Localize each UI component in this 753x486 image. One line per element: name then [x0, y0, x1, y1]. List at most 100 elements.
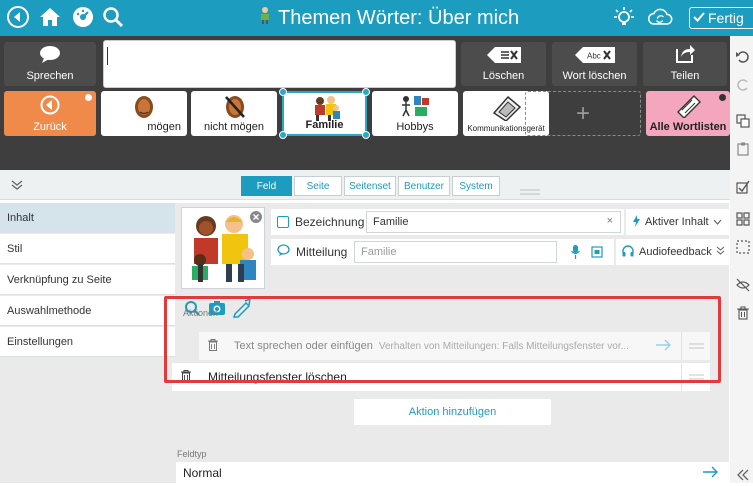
remove-image-icon[interactable] — [250, 210, 262, 228]
sync-icon[interactable] — [647, 4, 673, 30]
left-navigation: Inhalt Stil Verknüpfung zu Seite Auswahl… — [0, 203, 176, 483]
clear-input-icon[interactable]: × — [607, 215, 613, 227]
trash-icon[interactable] — [736, 306, 750, 320]
nav-item-inhalt[interactable]: Inhalt — [0, 203, 175, 233]
selection-handle[interactable] — [362, 131, 370, 139]
audiofeedback-label: Audiofeedback — [639, 246, 712, 258]
share-button[interactable]: Teilen — [643, 42, 727, 86]
hobbies-symbol-icon — [400, 94, 430, 121]
back-cell-label: Zurück — [33, 121, 67, 133]
active-content-dropdown[interactable]: Aktiver Inhalt — [626, 209, 729, 235]
message-window[interactable] — [103, 40, 456, 88]
check-icon — [693, 10, 705, 26]
svg-text:Abc: Abc — [587, 52, 601, 61]
cell-hobbys-label: Hobbys — [396, 121, 434, 133]
back-cell[interactable]: Zurück — [4, 91, 96, 136]
message-input[interactable]: Familie — [354, 241, 557, 263]
collapse-chevron-icon[interactable] — [10, 178, 24, 196]
paste-icon[interactable] — [736, 142, 750, 156]
top-bar: Themen Wörter: Über mich Fertig — [0, 0, 753, 36]
clear-button[interactable]: Löschen — [461, 42, 546, 86]
folder-dot-icon — [719, 94, 726, 101]
field-type-value: Normal — [183, 465, 222, 480]
field-type-section-label: Feldtyp — [177, 449, 207, 459]
add-icon: + — [575, 99, 590, 127]
done-label: Fertig — [708, 10, 744, 26]
cell-hobbys[interactable]: Hobbys — [372, 91, 458, 136]
nav-item-verknuepfung[interactable]: Verknüpfung zu Seite — [0, 265, 175, 295]
label-input-value: Familie — [373, 216, 409, 228]
device-symbol-icon — [490, 93, 522, 123]
double-chevron-left-icon[interactable] — [736, 468, 750, 482]
text-cursor — [107, 47, 108, 65]
share-icon — [675, 43, 695, 66]
editor-tab-strip: Feld Seite Seitenset Benutzer System — [0, 170, 730, 200]
message-field-label: Mitteilung — [296, 245, 348, 259]
grid-icon[interactable] — [736, 212, 750, 226]
double-chevron-down-icon — [716, 246, 725, 258]
tab-benutzer[interactable]: Benutzer — [398, 176, 450, 196]
tab-feld[interactable]: Feld — [241, 176, 292, 196]
speak-label: Sprechen — [26, 70, 74, 82]
nav-item-auswahlmethode[interactable]: Auswahlmethode — [0, 296, 175, 326]
label-input[interactable]: Familie × — [366, 211, 621, 233]
select-all-icon[interactable] — [736, 180, 750, 194]
copy-icon[interactable] — [736, 114, 750, 128]
share-label: Teilen — [670, 70, 700, 82]
home-icon[interactable] — [37, 4, 63, 30]
nav-item-einstellungen[interactable]: Einstellungen — [0, 327, 175, 357]
delete-word-label: Wort löschen — [562, 70, 627, 82]
right-tool-sidebar — [730, 36, 753, 483]
delete-word-button[interactable]: Abc Wort löschen — [552, 42, 637, 86]
symbol-image-box[interactable] — [181, 207, 265, 289]
label-field-label: Bezeichnung — [295, 215, 365, 229]
microphone-icon[interactable] — [571, 245, 580, 264]
all-wordlists-label: Alle Wortlisten — [649, 121, 727, 133]
chevron-down-icon — [713, 216, 722, 228]
undo-icon[interactable] — [736, 50, 750, 64]
drag-handle-icon[interactable] — [520, 182, 540, 200]
back-arrow-icon — [40, 95, 60, 118]
pencil-list-icon — [676, 94, 702, 121]
clear-label: Löschen — [482, 70, 525, 82]
label-checkbox-icon[interactable] — [277, 216, 289, 228]
dislike-symbol-icon — [223, 94, 247, 123]
selection-handle[interactable] — [279, 88, 287, 96]
field-type-selector[interactable]: Normal — [176, 462, 729, 483]
done-button[interactable]: Fertig — [689, 7, 753, 29]
tab-seitenset[interactable]: Seitenset — [344, 176, 396, 196]
folder-dot-icon — [85, 94, 92, 101]
selection-handle[interactable] — [279, 131, 287, 139]
family-symbol-icon — [311, 95, 341, 124]
dashboard-icon[interactable] — [70, 4, 96, 30]
cell-familie[interactable]: Familie — [279, 88, 370, 139]
all-wordlists-cell[interactable]: Alle Wortlisten — [646, 91, 730, 136]
speak-button[interactable]: Sprechen — [4, 42, 96, 86]
selection-handle[interactable] — [362, 88, 370, 96]
message-symbols-icon[interactable] — [591, 245, 603, 263]
speech-bubble-icon — [39, 45, 61, 66]
redo-icon[interactable] — [736, 78, 750, 92]
page-title: Themen Wörter: Über mich — [278, 6, 520, 29]
tab-seite[interactable]: Seite — [294, 176, 342, 196]
dashed-select-icon[interactable] — [736, 240, 750, 254]
message-bubble-icon — [277, 243, 290, 261]
active-content-label: Aktiver Inhalt — [645, 216, 709, 228]
cell-moegen[interactable]: mögen — [101, 91, 187, 136]
cell-nicht-moegen[interactable]: nicht mögen — [191, 91, 277, 136]
back-icon[interactable] — [5, 4, 31, 30]
highlight-annotation-box — [164, 296, 721, 383]
headphones-icon — [622, 244, 634, 260]
nav-item-stil[interactable]: Stil — [0, 234, 175, 264]
add-action-button[interactable]: Aktion hinzufügen — [354, 399, 551, 425]
person-icon — [258, 6, 272, 30]
family-symbol-large-icon — [186, 212, 260, 289]
lightbulb-icon[interactable] — [611, 4, 637, 30]
audiofeedback-dropdown[interactable]: Audiofeedback — [616, 239, 729, 265]
like-symbol-icon — [133, 94, 155, 123]
page-title-wrap: Themen Wörter: Über mich — [258, 6, 519, 30]
search-icon[interactable] — [100, 4, 126, 30]
hide-icon[interactable] — [736, 278, 750, 292]
tab-system[interactable]: System — [452, 176, 500, 196]
add-cell-placeholder[interactable]: + — [525, 91, 641, 136]
